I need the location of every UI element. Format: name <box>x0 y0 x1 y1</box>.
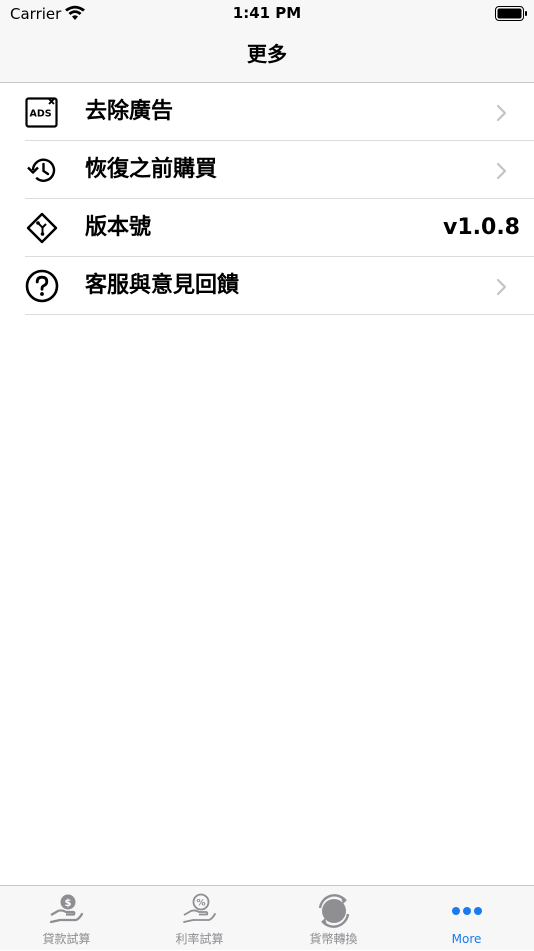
interest-rate-icon: % <box>183 893 216 923</box>
menu-item-version: 版本號 v1.0.8 <box>0 199 534 257</box>
tab-currency-exchange[interactable]: 貨幣轉換 <box>267 886 400 951</box>
menu-item-support-feedback[interactable]: 客服與意見回饋 <box>0 257 534 315</box>
tab-label: 貨幣轉換 <box>309 932 358 946</box>
menu-item-label: 客服與意見回饋 <box>85 273 240 298</box>
tab-bar: $ 貸款試算 % 利率試算 貨幣轉換 More <box>0 885 534 950</box>
tab-label: 利率試算 <box>175 932 224 946</box>
menu-item-label: 恢復之前購買 <box>85 157 218 182</box>
svg-text:ADS: ADS <box>30 109 52 120</box>
status-time: 1:41 PM <box>232 4 302 22</box>
chevron-right-icon <box>496 278 507 296</box>
settings-list: ADS 去除廣告 恢復之前購買 版本號 v1.0.8 客服與意見回饋 <box>0 83 534 315</box>
status-bar: Carrier 1:41 PM <box>0 0 534 28</box>
menu-item-remove-ads[interactable]: ADS 去除廣告 <box>0 83 534 141</box>
version-icon <box>26 212 58 244</box>
svg-text:$: $ <box>65 898 72 909</box>
top-bar: Carrier 1:41 PM 更多 <box>0 0 534 83</box>
tab-label: 貸款試算 <box>42 932 91 946</box>
svg-text:%: % <box>196 899 205 909</box>
menu-item-label: 版本號 <box>85 215 152 240</box>
chevron-right-icon <box>496 162 507 180</box>
tab-label: More <box>451 932 482 946</box>
battery-icon <box>495 6 527 21</box>
more-icon <box>452 907 482 915</box>
menu-item-restore-purchases[interactable]: 恢復之前購買 <box>0 141 534 199</box>
loan-icon: $ <box>49 894 84 924</box>
help-icon <box>25 269 59 303</box>
menu-item-label: 去除廣告 <box>85 99 174 124</box>
version-value: v1.0.8 <box>443 215 520 240</box>
row-divider <box>25 314 534 315</box>
page-title: 更多 <box>247 42 287 66</box>
tab-more[interactable]: More <box>400 886 533 951</box>
ads-icon: ADS <box>25 97 58 128</box>
currency-exchange-icon <box>318 894 350 928</box>
history-icon <box>27 158 56 182</box>
tab-interest-rate[interactable]: % 利率試算 <box>133 886 266 951</box>
chevron-right-icon <box>496 104 507 122</box>
tab-loan[interactable]: $ 貸款試算 <box>0 886 133 951</box>
